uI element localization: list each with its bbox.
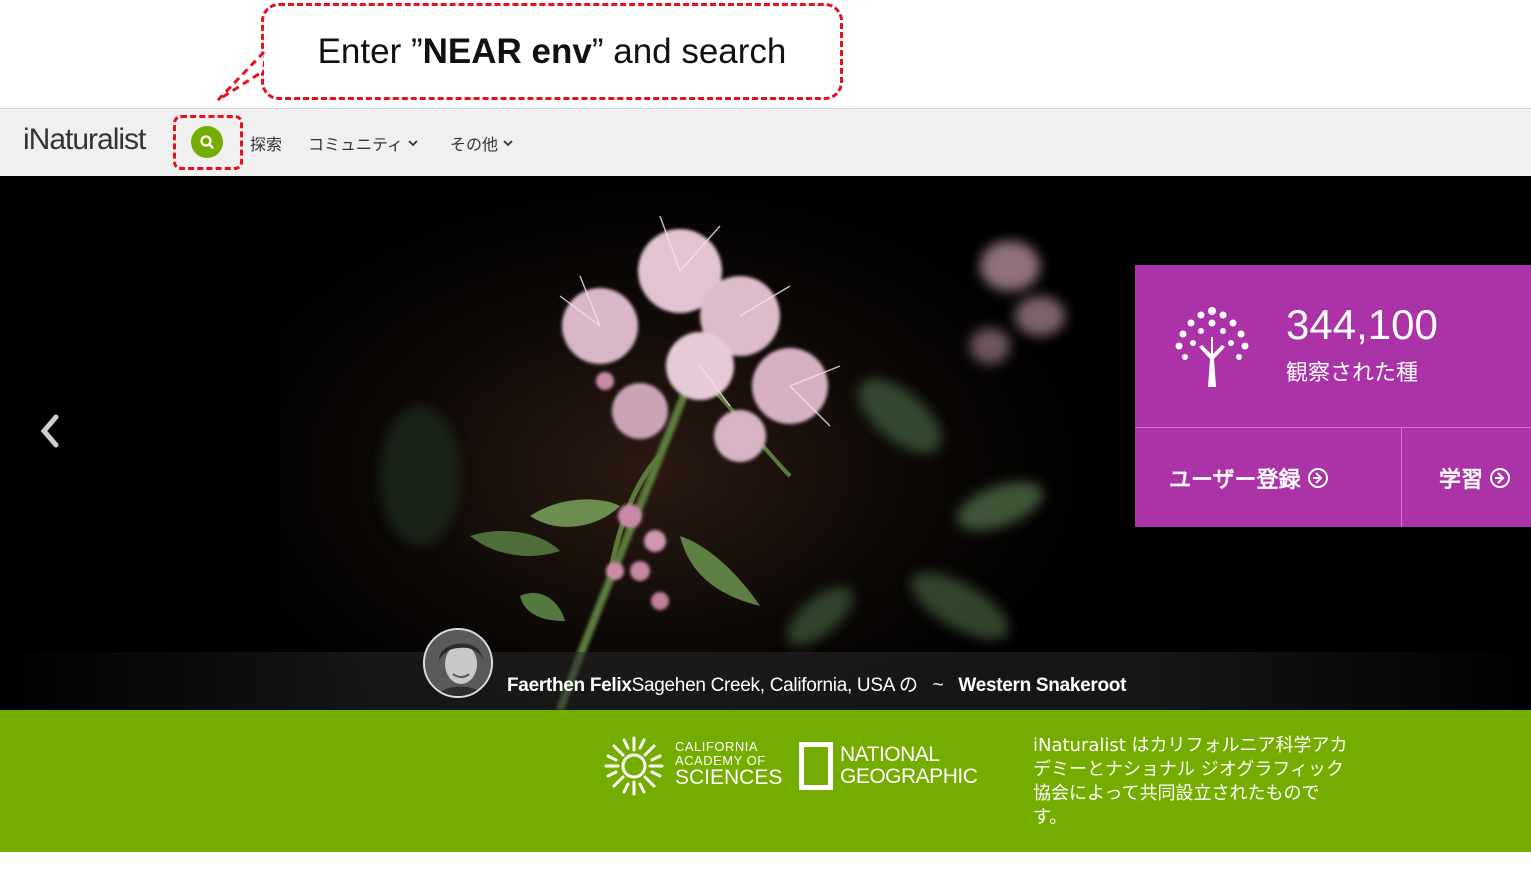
cal-academy-logo-icon[interactable] <box>602 734 666 798</box>
top-navbar: iNaturalist 探索 コミュニティ その他 <box>0 108 1531 176</box>
search-button[interactable] <box>191 126 223 158</box>
signup-button[interactable]: ユーザー登録 <box>1135 428 1402 527</box>
natgeo-line2: GEOGRAPHIC <box>840 765 978 789</box>
natgeo-line1: NATIONAL <box>840 743 940 766</box>
species-count: 344,100 <box>1286 301 1438 348</box>
nav-community[interactable]: コミュニティ <box>308 131 419 155</box>
species-stat: 344,100 観察された種 <box>1135 265 1531 428</box>
cas-line3: SCIENCES <box>675 766 783 790</box>
partners-band: CALIFORNIA ACADEMY OF SCIENCES NATIONAL … <box>0 710 1531 852</box>
inaturalist-logo[interactable]: iNaturalist <box>23 123 146 157</box>
annotation-text-bold: NEAR env <box>422 31 592 71</box>
chevron-down-icon <box>408 140 418 147</box>
cas-line2: ACADEMY OF <box>675 752 766 768</box>
signup-button-label: ユーザー登録 <box>1169 467 1301 493</box>
hero-carousel: 344,100 観察された種 ユーザー登録 学習 Faerthen FelixS… <box>0 176 1531 710</box>
carousel-prev-icon[interactable] <box>36 411 66 451</box>
nav-more[interactable]: その他 <box>450 131 514 155</box>
observer-name[interactable]: Faerthen Felix <box>507 675 632 696</box>
observer-avatar[interactable] <box>423 628 493 698</box>
observation-place: Sagehen Creek, California, USA の <box>631 675 918 696</box>
species-count-label: 観察された種 <box>1286 361 1419 386</box>
annotation-text-before: Enter ” <box>317 31 423 71</box>
annotation-callout: Enter ” NEAR env” and search <box>261 3 843 100</box>
circle-arrow-right-icon <box>1490 467 1511 488</box>
learn-button-label: 学習 <box>1439 467 1484 493</box>
chevron-down-icon <box>503 140 513 147</box>
nav-explore-label: 探索 <box>250 135 283 154</box>
natgeo-logo-icon[interactable] <box>799 742 833 790</box>
nav-more-label: その他 <box>450 135 499 154</box>
stats-panel: 344,100 観察された種 ユーザー登録 学習 <box>1135 265 1531 527</box>
nav-explore[interactable]: 探索 <box>250 131 282 155</box>
search-icon <box>200 135 214 149</box>
stats-actions: ユーザー登録 学習 <box>1135 428 1531 527</box>
cal-academy-wordmark[interactable]: CALIFORNIA ACADEMY OF SCIENCES <box>675 740 782 789</box>
cas-line1: CALIFORNIA <box>675 739 759 754</box>
nav-community-label: コミュニティ <box>308 135 404 154</box>
annotation-text-after: ” and search <box>591 31 787 71</box>
learn-button[interactable]: 学習 <box>1403 428 1531 527</box>
partner-description: iNaturalist はカリフォルニア科学アカデミーとナショナル ジオグラフィ… <box>1033 735 1348 828</box>
species-name[interactable]: Western Snakeroot <box>958 675 1126 696</box>
tree-icon <box>1175 307 1249 387</box>
circle-arrow-right-icon <box>1307 467 1328 488</box>
caption-separator: ~ <box>932 675 944 696</box>
photo-caption: Faerthen FelixSagehen Creek, California,… <box>507 670 1126 697</box>
natgeo-wordmark[interactable]: NATIONAL GEOGRAPHIC <box>840 743 978 789</box>
